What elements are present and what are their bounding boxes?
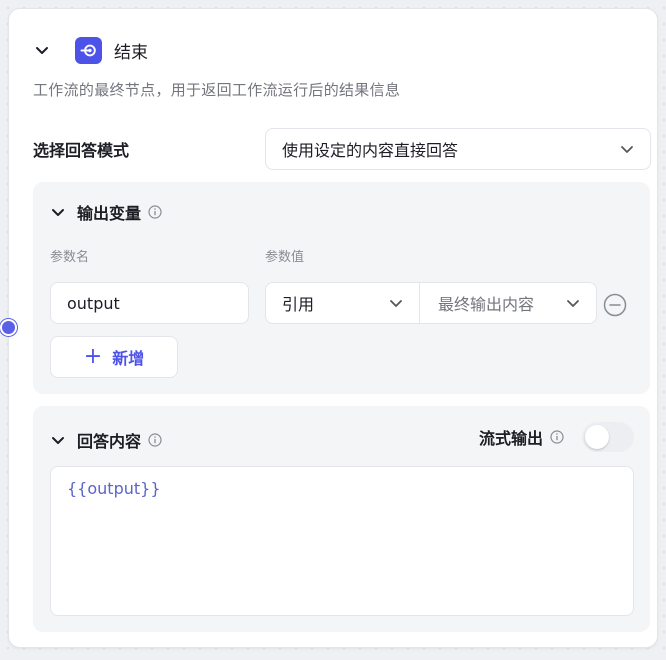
node-title: 结束	[114, 42, 148, 63]
answer-content-header[interactable]: 回答内容	[49, 428, 162, 452]
add-variable-button[interactable]: + 新增	[50, 336, 178, 378]
stream-output-toggle[interactable]	[582, 422, 634, 452]
info-icon[interactable]	[550, 430, 564, 444]
answer-content-title: 回答内容	[77, 432, 142, 451]
param-name-input[interactable]: output	[50, 282, 249, 324]
chevron-down-icon	[564, 294, 582, 312]
collapse-chevron-icon[interactable]	[49, 203, 67, 221]
stream-output-label: 流式输出	[478, 429, 543, 448]
output-variables-panel: 输出变量 参数名 参数值 output 引用 最终输出内容 + 新增	[33, 182, 650, 394]
param-value-column-label: 参数值	[265, 250, 305, 265]
info-icon[interactable]	[148, 433, 162, 447]
toggle-knob	[585, 425, 609, 449]
source-type-value: 引用	[282, 295, 315, 314]
answer-mode-select[interactable]: 使用设定的内容直接回答	[265, 128, 651, 170]
stream-output-control: 流式输出	[479, 422, 634, 452]
collapse-chevron-icon[interactable]	[33, 41, 51, 59]
param-name-column-label: 参数名	[50, 250, 90, 265]
node-header: 结束	[33, 33, 148, 67]
end-node-icon	[75, 36, 102, 64]
add-variable-label: 新增	[112, 349, 145, 368]
chevron-down-icon	[618, 140, 636, 158]
output-variables-header[interactable]: 输出变量	[49, 200, 162, 224]
collapse-chevron-icon[interactable]	[49, 431, 67, 449]
node-description: 工作流的最终节点，用于返回工作流运行后的结果信息	[33, 81, 401, 99]
param-value-placeholder: 最终输出内容	[438, 295, 535, 314]
source-type-select[interactable]: 引用	[265, 282, 420, 324]
info-icon[interactable]	[148, 205, 162, 219]
remove-row-icon[interactable]	[603, 293, 627, 317]
answer-content-editor[interactable]: {{output}}	[50, 466, 634, 616]
end-node-card: 结束 工作流的最终节点，用于返回工作流运行后的结果信息 选择回答模式 使用设定的…	[8, 8, 658, 648]
param-value-select[interactable]: 最终输出内容	[419, 282, 597, 324]
chevron-down-icon	[387, 294, 405, 312]
answer-content-panel: 回答内容 流式输出 {{output}}	[33, 406, 650, 632]
output-variables-title: 输出变量	[77, 204, 142, 223]
plus-icon: +	[83, 344, 103, 369]
answer-mode-value: 使用设定的内容直接回答	[282, 141, 459, 160]
answer-mode-label: 选择回答模式	[33, 141, 130, 160]
input-port-handle[interactable]	[0, 319, 17, 336]
